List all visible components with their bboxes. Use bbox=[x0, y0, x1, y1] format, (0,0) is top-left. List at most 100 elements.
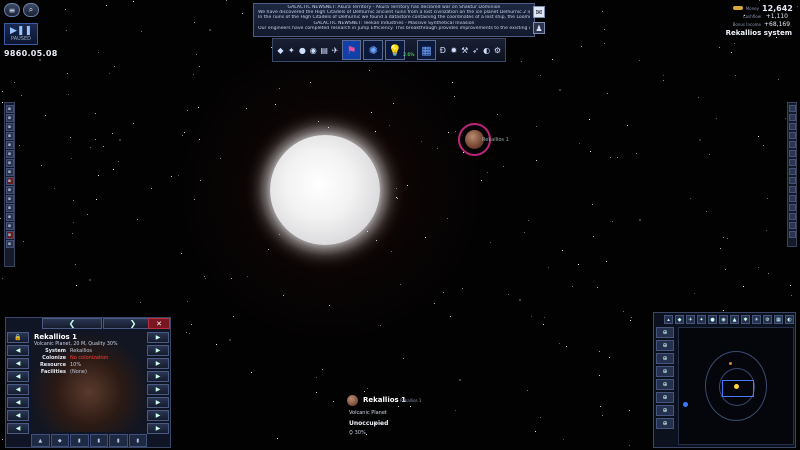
news-person-icon[interactable]: ♟ bbox=[533, 22, 545, 34]
sidebar-icon[interactable] bbox=[788, 132, 796, 139]
empire-button[interactable]: ▦ bbox=[416, 40, 437, 60]
research-icon[interactable]: ✦ bbox=[287, 45, 296, 55]
sidebar-icon[interactable] bbox=[788, 123, 796, 130]
close-button[interactable]: ✕ bbox=[148, 318, 170, 329]
expansion-icon[interactable]: ➶ bbox=[471, 45, 480, 55]
intel-icon[interactable]: ◐ bbox=[482, 45, 491, 55]
news-panel[interactable]: GALACTIC NEWSNET: Akura Territory - Akur… bbox=[253, 3, 535, 37]
sidebar-icon[interactable] bbox=[788, 231, 796, 238]
star bbox=[723, 310, 724, 311]
diplomacy-button[interactable]: ⚑ bbox=[341, 40, 362, 60]
sidebar-icon[interactable] bbox=[788, 222, 796, 229]
zoom-icon[interactable]: ⊕ bbox=[656, 418, 674, 429]
action-icon[interactable]: ▶ bbox=[147, 332, 169, 343]
action-icon[interactable]: ◀ bbox=[7, 397, 29, 408]
sidebar-icon[interactable]: ▪ bbox=[5, 213, 14, 221]
sidebar-icon[interactable]: ▪ bbox=[5, 195, 14, 203]
sidebar-icon[interactable]: ▪ bbox=[5, 204, 14, 212]
action-icon[interactable]: ◀ bbox=[7, 384, 29, 395]
sidebar-icon[interactable]: ▪ bbox=[5, 141, 14, 149]
ship-icon[interactable]: ▲ bbox=[31, 434, 50, 447]
zoom-icon[interactable]: ⊕ bbox=[656, 379, 674, 390]
empire-icon[interactable]: ◉ bbox=[309, 45, 318, 55]
document-icon[interactable]: ▤ bbox=[320, 45, 329, 55]
sidebar-icon[interactable] bbox=[788, 105, 796, 112]
zoom-icon[interactable]: ⊕ bbox=[656, 327, 674, 338]
action-icon[interactable]: ◀ bbox=[7, 345, 29, 356]
sidebar-icon[interactable]: ▪ bbox=[5, 105, 14, 113]
action-icon[interactable]: ◀ bbox=[7, 423, 29, 434]
tab-icon[interactable]: ◆ bbox=[50, 434, 69, 447]
sidebar-icon[interactable] bbox=[788, 186, 796, 193]
zoom-icon[interactable]: ⊕ bbox=[656, 366, 674, 377]
filter-icon[interactable]: ◆ bbox=[675, 315, 684, 324]
sidebar-icon[interactable] bbox=[788, 114, 796, 121]
filter-icon[interactable]: ☀ bbox=[752, 315, 761, 324]
zoom-icon[interactable]: ⊕ bbox=[656, 405, 674, 416]
filter-icon[interactable]: ✦ bbox=[697, 315, 706, 324]
tab-icon[interactable]: ▮ bbox=[70, 434, 89, 447]
sidebar-icon[interactable]: ▪ bbox=[5, 159, 14, 167]
action-icon[interactable]: ▶ bbox=[147, 410, 169, 421]
sidebar-icon[interactable]: ▪ bbox=[5, 150, 14, 158]
options-icon[interactable]: ⚙ bbox=[493, 45, 502, 55]
planet-icon[interactable]: ● bbox=[298, 45, 307, 55]
lock-icon[interactable]: 🔒 bbox=[7, 332, 29, 343]
sidebar-icon[interactable]: ▪ bbox=[5, 168, 14, 176]
tab-icon[interactable]: ▮ bbox=[109, 434, 128, 447]
sun[interactable] bbox=[255, 125, 395, 255]
sidebar-icon[interactable] bbox=[788, 204, 796, 211]
filter-icon[interactable]: ⚙ bbox=[763, 315, 772, 324]
galaxy-icon[interactable]: ◆ bbox=[276, 45, 285, 55]
fleet-icon[interactable]: ✹ bbox=[449, 45, 458, 55]
action-icon[interactable]: ◀ bbox=[7, 410, 29, 421]
galaxy-map-button[interactable]: ✺ bbox=[363, 40, 384, 60]
play-pause-button[interactable]: ▶❚❚ PAUSED bbox=[4, 23, 38, 45]
action-icon[interactable]: ▶ bbox=[147, 358, 169, 369]
action-icon[interactable]: ◀ bbox=[7, 358, 29, 369]
zoom-icon[interactable]: ⊕ bbox=[656, 340, 674, 351]
sidebar-icon[interactable] bbox=[788, 150, 796, 157]
action-icon[interactable]: ▶ bbox=[147, 397, 169, 408]
filter-icon[interactable]: ◉ bbox=[719, 315, 728, 324]
ship-icon[interactable]: ✈ bbox=[331, 45, 340, 55]
sidebar-icon[interactable]: ▪ bbox=[5, 240, 14, 248]
sidebar-icon[interactable]: ▪ bbox=[5, 222, 14, 230]
action-icon[interactable]: ◀ bbox=[7, 371, 29, 382]
action-icon[interactable]: ▶ bbox=[147, 384, 169, 395]
sidebar-icon[interactable] bbox=[788, 213, 796, 220]
minimap-view[interactable] bbox=[678, 327, 794, 445]
action-icon[interactable]: ▶ bbox=[147, 345, 169, 356]
sidebar-icon[interactable]: ▪ bbox=[5, 114, 14, 122]
filter-icon[interactable]: ✈ bbox=[686, 315, 695, 324]
zoom-icon[interactable]: ⊕ bbox=[656, 392, 674, 403]
zoom-icon[interactable]: ⊕ bbox=[656, 353, 674, 364]
action-icon[interactable]: ▶ bbox=[147, 371, 169, 382]
sidebar-icon[interactable]: ▪ bbox=[5, 177, 14, 185]
action-icon[interactable]: ▶ bbox=[147, 423, 169, 434]
sidebar-icon[interactable] bbox=[788, 168, 796, 175]
sidebar-icon[interactable] bbox=[788, 159, 796, 166]
previous-button[interactable]: ❮ bbox=[42, 318, 102, 329]
tab-icon[interactable]: ▮ bbox=[89, 434, 108, 447]
sidebar-icon[interactable] bbox=[788, 141, 796, 148]
filter-icon[interactable]: ▴ bbox=[664, 315, 673, 324]
sidebar-icon[interactable]: ▪ bbox=[5, 186, 14, 194]
filter-icon[interactable]: ✱ bbox=[741, 315, 750, 324]
zoom-icon[interactable]: ⌕ bbox=[23, 3, 39, 17]
filter-icon[interactable]: ▦ bbox=[774, 315, 783, 324]
sidebar-icon[interactable] bbox=[788, 177, 796, 184]
tab-icon[interactable]: ▮ bbox=[128, 434, 147, 447]
sidebar-icon[interactable]: ▪ bbox=[5, 132, 14, 140]
filter-icon[interactable]: ◐ bbox=[785, 315, 794, 324]
info-value[interactable]: Rekallios bbox=[70, 348, 92, 354]
sidebar-icon[interactable] bbox=[788, 195, 796, 202]
sidebar-icon[interactable]: ▪ bbox=[5, 123, 14, 131]
design-icon[interactable]: Ɖ bbox=[438, 45, 447, 55]
news-mail-icon[interactable]: ✉ bbox=[533, 6, 545, 18]
filter-icon[interactable]: ● bbox=[708, 315, 717, 324]
build-icon[interactable]: ⚒ bbox=[460, 45, 469, 55]
filter-icon[interactable]: ▲ bbox=[730, 315, 739, 324]
menu-icon[interactable]: ≡ bbox=[4, 3, 20, 17]
sidebar-icon[interactable]: ▪ bbox=[5, 231, 14, 239]
